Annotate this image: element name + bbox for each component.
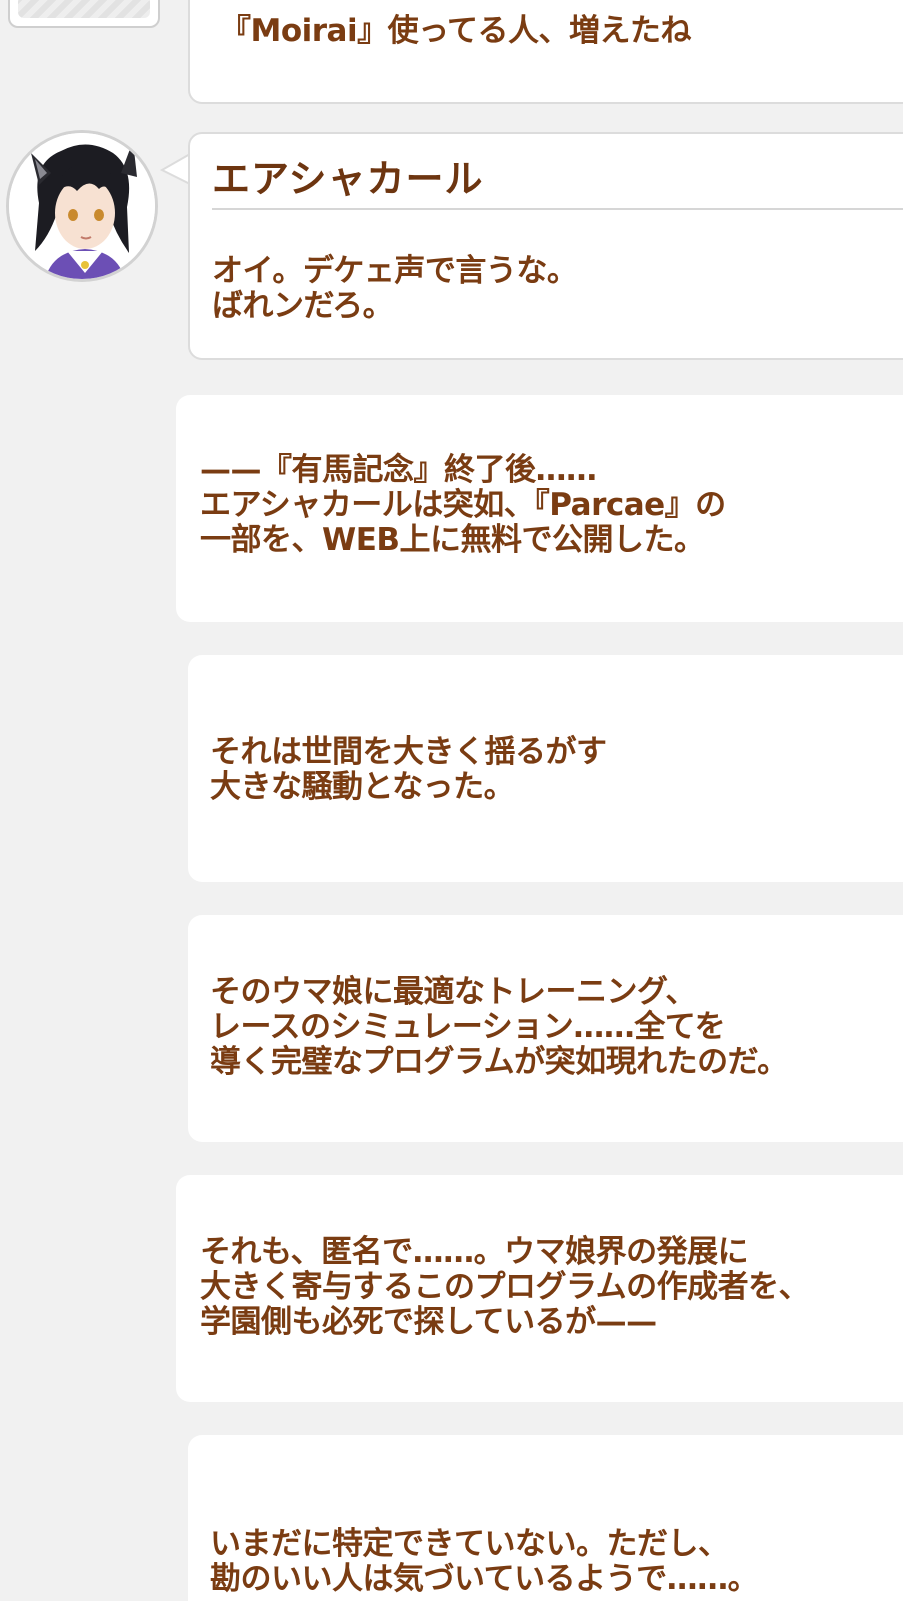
story-log[interactable]: 『Moirai』使ってる人、増えたね エアシャカール オイ。デケェ声で言うな。 … <box>0 0 903 1601</box>
narration-card[interactable]: それは世間を大きく揺るがす 大きな騒動となった。 <box>188 655 903 882</box>
previous-avatar-placeholder <box>18 0 150 18</box>
narration-text: いまだに特定できていない。ただし、 勘のいい人は気づいているようで……。 <box>210 1526 759 1597</box>
narration-text: ——『有馬記念』終了後…… エアシャカールは突如、『Parcae』の 一部を、W… <box>200 452 726 558</box>
narration-card[interactable]: ——『有馬記念』終了後…… エアシャカールは突如、『Parcae』の 一部を、W… <box>176 395 903 622</box>
avatar-portrait-icon <box>9 133 155 279</box>
dialog-text: オイ。デケェ声で言うな。 ばれンだろ。 <box>212 253 578 324</box>
narration-card[interactable]: そのウマ娘に最適なトレーニング、 レースのシミュレーション……全てを 導く完璧な… <box>188 915 903 1142</box>
narration-text: そのウマ娘に最適なトレーニング、 レースのシミュレーション……全てを 導く完璧な… <box>210 974 788 1080</box>
previous-message-text: 『Moirai』使ってる人、増えたね <box>220 13 692 49</box>
previous-message-card[interactable]: 『Moirai』使ってる人、増えたね <box>188 0 903 104</box>
narration-text: それも、匿名で……。ウマ娘界の発展に 大きく寄与するこのプログラムの作成者を、 … <box>200 1234 810 1340</box>
narration-card[interactable]: それも、匿名で……。ウマ娘界の発展に 大きく寄与するこのプログラムの作成者を、 … <box>176 1175 903 1402</box>
speaker-divider <box>212 208 903 210</box>
previous-avatar-frame <box>8 0 160 28</box>
narration-text: それは世間を大きく揺るがす 大きな騒動となった。 <box>210 734 607 805</box>
dialog-card[interactable]: エアシャカール オイ。デケェ声で言うな。 ばれンだろ。 <box>188 132 903 360</box>
character-avatar-icon[interactable] <box>6 130 158 282</box>
speaker-name: エアシャカール <box>212 157 484 201</box>
narration-card[interactable]: いまだに特定できていない。ただし、 勘のいい人は気づいているようで……。 <box>188 1435 903 1601</box>
